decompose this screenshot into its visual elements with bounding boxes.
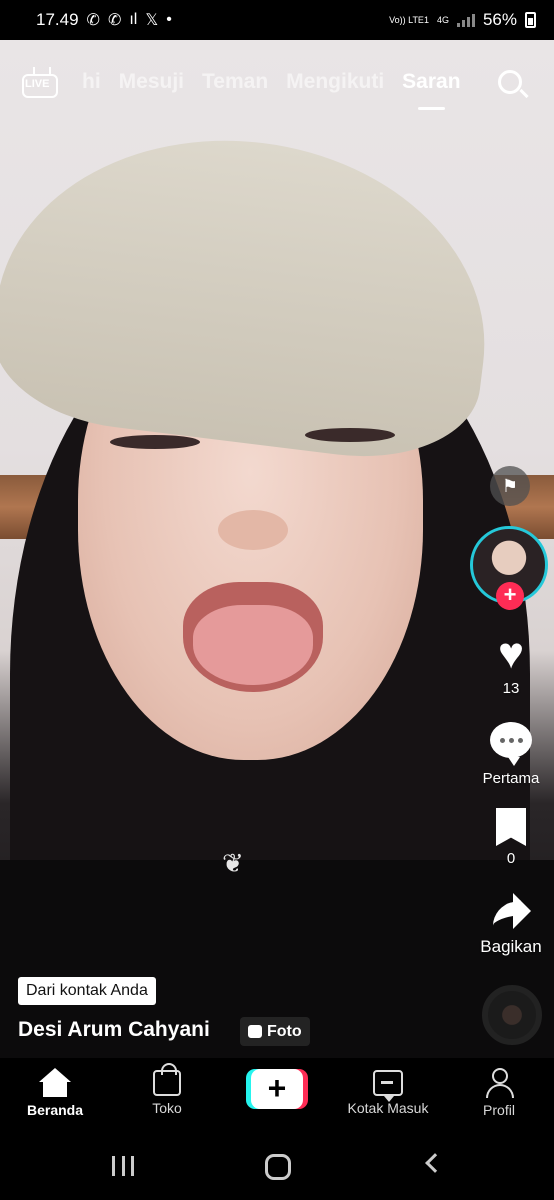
- network-indicator: 4G: [436, 14, 449, 25]
- like-button[interactable]: ♥ 13: [466, 629, 554, 698]
- inbox-icon: [373, 1070, 403, 1102]
- creator-username[interactable]: Desi Arum Cahyani: [18, 1018, 210, 1042]
- recent-apps-icon[interactable]: [112, 1156, 134, 1176]
- share-label: Bagikan: [480, 937, 542, 956]
- music-disc-icon[interactable]: [482, 985, 542, 1045]
- tab-mesuji[interactable]: Mesuji: [119, 70, 184, 94]
- status-bar: 17.49 ✆ ✆ ıl 𝕏 • Vo)) LTE1 4G 56%: [0, 0, 554, 40]
- photo-necklace: ❦: [222, 848, 244, 878]
- follow-plus-button[interactable]: +: [496, 582, 524, 610]
- bottom-nav: Beranda Toko + Kotak Masuk Profil: [0, 1058, 554, 1132]
- live-label: LIVE: [25, 78, 50, 90]
- comment-label: Pertama: [482, 770, 540, 787]
- bookmark-button[interactable]: 0: [466, 808, 554, 867]
- bookmark-count: 0: [506, 850, 516, 867]
- whatsapp-icon: ✆: [107, 12, 122, 29]
- tab-mengikuti[interactable]: Mengikuti: [286, 70, 384, 94]
- live-button[interactable]: LIVE: [22, 68, 60, 100]
- home-button-icon[interactable]: [265, 1154, 291, 1180]
- profile-icon: [484, 1068, 514, 1098]
- x-icon: 𝕏: [145, 12, 159, 29]
- nav-inbox[interactable]: Kotak Masuk: [333, 1068, 443, 1116]
- share-icon: [491, 893, 531, 933]
- tab-hi[interactable]: hi: [82, 70, 101, 94]
- photo-type-label: Foto: [267, 1022, 302, 1040]
- back-icon[interactable]: [425, 1153, 445, 1173]
- plus-icon: +: [251, 1069, 303, 1109]
- signal-icon: ıl: [129, 11, 138, 28]
- creator-avatar[interactable]: +: [470, 526, 550, 610]
- battery-percent: 56%: [482, 10, 517, 29]
- tab-teman[interactable]: Teman: [202, 70, 268, 94]
- shopping-bag-icon: [153, 1063, 181, 1096]
- bookmark-icon: [496, 808, 526, 846]
- nav-profile-label: Profil: [483, 1102, 515, 1118]
- nav-home-label: Beranda: [26, 1102, 84, 1118]
- home-icon: [39, 1068, 71, 1098]
- photo-type-tag: Foto: [240, 1017, 310, 1046]
- nav-inbox-label: Kotak Masuk: [347, 1100, 429, 1116]
- tab-saran[interactable]: Saran: [402, 70, 461, 110]
- photo-nose: [218, 510, 288, 550]
- nav-profile[interactable]: Profil: [444, 1068, 554, 1118]
- whatsapp-icon: ✆: [86, 12, 100, 29]
- signal-strength-icon: [456, 13, 475, 27]
- share-button[interactable]: Bagikan: [466, 893, 554, 957]
- dot-icon: •: [166, 11, 172, 28]
- photo-eye: [110, 435, 200, 449]
- photo-cap: [0, 113, 507, 471]
- photo-tongue: [193, 605, 313, 685]
- top-nav: LIVE hi Mesuji Teman Mengikuti Saran: [0, 62, 554, 112]
- battery-icon: [525, 12, 536, 28]
- comment-icon: [490, 722, 532, 766]
- report-flag-icon[interactable]: ⚑: [490, 466, 530, 506]
- clock: 17.49: [36, 10, 79, 29]
- system-nav-bar: [0, 1132, 554, 1200]
- nav-shop[interactable]: Toko: [112, 1063, 222, 1116]
- search-icon[interactable]: [498, 70, 530, 102]
- like-count: 13: [502, 680, 520, 697]
- create-button[interactable]: +: [246, 1069, 308, 1109]
- volte-indicator: Vo)) LTE1: [389, 14, 429, 25]
- nav-home[interactable]: Beranda: [0, 1068, 110, 1118]
- feed-tabs: hi Mesuji Teman Mengikuti Saran: [82, 70, 461, 110]
- heart-icon: ♥: [497, 629, 525, 678]
- nav-shop-label: Toko: [152, 1100, 182, 1116]
- comment-button[interactable]: Pertama: [466, 722, 554, 787]
- photo-stack-icon: [248, 1025, 262, 1038]
- photo-eye: [305, 428, 395, 442]
- contact-badge: Dari kontak Anda: [18, 977, 156, 1005]
